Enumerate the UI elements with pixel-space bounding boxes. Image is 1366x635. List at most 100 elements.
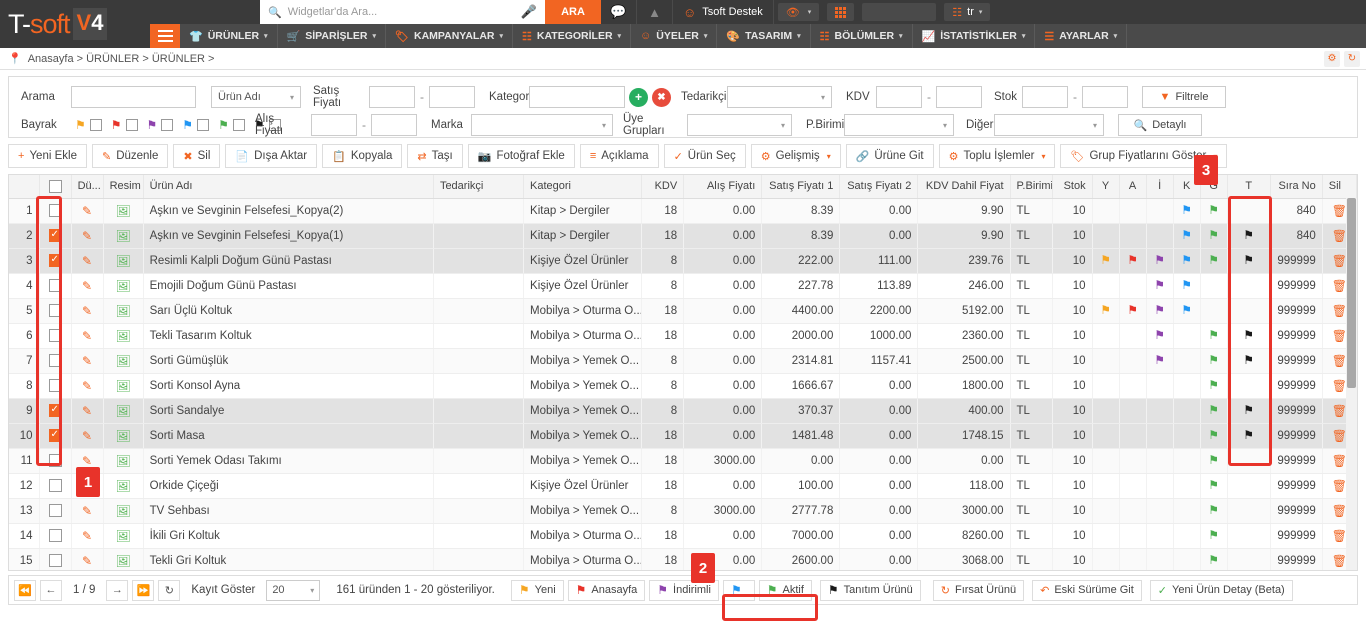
detayli-button[interactable]: 🔍 Detaylı: [1118, 114, 1202, 136]
firsat-urunu-button[interactable]: ↻ Fırsat Ürünü: [932, 579, 1025, 601]
satis-fiyati-max-input[interactable]: [429, 86, 475, 108]
row-flag-k[interactable]: ⚑: [1173, 198, 1201, 224]
chat-icon[interactable]: 💬: [601, 0, 637, 24]
row-flag-g[interactable]: ⚑: [1200, 373, 1228, 399]
row-flag-a[interactable]: [1119, 423, 1147, 449]
row-select-checkbox[interactable]: [39, 398, 72, 424]
row-flag-a[interactable]: [1119, 323, 1147, 349]
row-flag-t[interactable]: [1227, 298, 1271, 324]
row-select-checkbox[interactable]: [39, 423, 72, 449]
microphone-icon[interactable]: 🎤: [521, 4, 537, 20]
row-image-button[interactable]: 🖼: [103, 348, 144, 374]
table-row[interactable]: 8 ✎ 🖼 Sorti Konsol Ayna Mobilya > Yemek O...…: [9, 373, 1357, 399]
warning-icon[interactable]: ▲: [637, 0, 673, 24]
row-image-button[interactable]: 🖼: [103, 548, 144, 570]
uye-gruplari-select[interactable]: ▾: [687, 114, 792, 136]
row-edit-button[interactable]: ✎: [71, 448, 104, 474]
flag-filter-indirimli[interactable]: ⚑ İndirimli: [649, 579, 719, 601]
col-select-all[interactable]: [39, 175, 72, 199]
table-row[interactable]: 4 ✎ 🖼 Emojili Doğum Günü Pastası Kişiye Özel…: [9, 273, 1357, 299]
alis-fiyati-max-input[interactable]: [371, 114, 417, 136]
row-edit-button[interactable]: ✎: [71, 398, 104, 424]
row-flag-t[interactable]: [1227, 373, 1271, 399]
row-flag-y[interactable]: [1092, 423, 1120, 449]
row-flag-i[interactable]: ⚑: [1146, 248, 1174, 274]
row-flag-g[interactable]: ⚑: [1200, 548, 1228, 570]
satis-fiyati-min-input[interactable]: [369, 86, 415, 108]
urun-adi-select[interactable]: Ürün Adı ▾: [211, 86, 301, 108]
row-flag-y[interactable]: [1092, 523, 1120, 549]
row-product-name[interactable]: TV Sehbası: [143, 498, 434, 524]
row-product-name[interactable]: Sorti Sandalye: [143, 398, 434, 424]
row-edit-button[interactable]: ✎: [71, 473, 104, 499]
kdv-max-input[interactable]: [936, 86, 982, 108]
bayrak-flag-purple[interactable]: ⚑: [147, 119, 174, 131]
row-flag-t[interactable]: [1227, 473, 1271, 499]
urun-sec-button[interactable]: ✓ Ürün Seç: [663, 144, 746, 168]
row-flag-t[interactable]: ⚑: [1227, 398, 1271, 424]
row-product-name[interactable]: Emojili Doğum Günü Pastası: [143, 273, 434, 299]
row-select-checkbox[interactable]: [39, 523, 72, 549]
menu-item-kategoriler[interactable]: ☷ KATEGORİLER ▾: [513, 24, 632, 48]
checkbox[interactable]: [89, 119, 102, 131]
row-image-button[interactable]: 🖼: [103, 198, 144, 224]
row-flag-t[interactable]: ⚑: [1227, 248, 1271, 274]
flag-filter-aktif[interactable]: ⚑ Aktif: [758, 579, 812, 601]
row-flag-i[interactable]: [1146, 423, 1174, 449]
row-flag-t[interactable]: ⚑: [1227, 223, 1271, 249]
row-flag-i[interactable]: ⚑: [1146, 323, 1174, 349]
eski-surume-git-button[interactable]: ↶ Eski Sürüme Git: [1032, 579, 1142, 601]
row-image-button[interactable]: 🖼: [103, 223, 144, 249]
row-image-button[interactable]: 🖼: [103, 523, 144, 549]
row-flag-a[interactable]: [1119, 223, 1147, 249]
row-select-checkbox[interactable]: [39, 223, 72, 249]
bayrak-flag-red[interactable]: ⚑: [111, 119, 138, 131]
row-flag-g[interactable]: ⚑: [1200, 423, 1228, 449]
row-select-checkbox[interactable]: [39, 323, 72, 349]
arama-input[interactable]: [71, 86, 196, 108]
menu-item-tasarim[interactable]: 🎨 TASARIM ▾: [717, 24, 811, 48]
row-flag-t[interactable]: [1227, 498, 1271, 524]
row-flag-g[interactable]: [1200, 273, 1228, 299]
row-flag-y[interactable]: [1092, 498, 1120, 524]
checkbox[interactable]: [125, 119, 138, 131]
row-flag-a[interactable]: [1119, 523, 1147, 549]
next-page-icon[interactable]: →: [106, 579, 129, 601]
row-flag-i[interactable]: [1146, 523, 1174, 549]
row-flag-g[interactable]: ⚑: [1200, 473, 1228, 499]
close-circle-icon[interactable]: ✖: [652, 87, 671, 107]
row-flag-i[interactable]: ⚑: [1146, 348, 1174, 374]
row-flag-a[interactable]: [1119, 498, 1147, 524]
bayrak-flag-green[interactable]: ⚑: [218, 119, 245, 131]
row-flag-k[interactable]: [1173, 423, 1201, 449]
row-flag-y[interactable]: [1092, 373, 1120, 399]
row-flag-a[interactable]: [1119, 398, 1147, 424]
row-flag-k[interactable]: [1173, 523, 1201, 549]
table-row[interactable]: 14 ✎ 🖼 İkili Gri Koltuk Mobilya > Oturma O..…: [9, 523, 1357, 549]
table-row[interactable]: 15 ✎ 🖼 Tekli Gri Koltuk Mobilya > Oturma O..…: [9, 548, 1357, 570]
row-product-name[interactable]: Aşkın ve Sevginin Felsefesi_Kopya(2): [143, 198, 434, 224]
row-flag-a[interactable]: [1119, 373, 1147, 399]
row-image-button[interactable]: 🖼: [103, 448, 144, 474]
sil-button[interactable]: ✖ Sil: [173, 144, 221, 168]
row-flag-y[interactable]: [1092, 448, 1120, 474]
row-flag-g[interactable]: ⚑: [1200, 348, 1228, 374]
row-product-name[interactable]: Sorti Konsol Ayna: [143, 373, 434, 399]
row-flag-y[interactable]: ⚑: [1092, 298, 1120, 324]
kategori-input[interactable]: [529, 86, 625, 108]
row-flag-y[interactable]: [1092, 473, 1120, 499]
row-flag-k[interactable]: [1173, 498, 1201, 524]
row-edit-button[interactable]: ✎: [71, 323, 104, 349]
row-flag-t[interactable]: [1227, 448, 1271, 474]
row-flag-t[interactable]: [1227, 198, 1271, 224]
row-flag-g[interactable]: ⚑: [1200, 398, 1228, 424]
table-scrollbar[interactable]: [1346, 198, 1357, 570]
table-row[interactable]: 5 ✎ 🖼 Sarı Üçlü Koltuk Mobilya > Oturma O...…: [9, 298, 1357, 324]
row-product-name[interactable]: Sarı Üçlü Koltuk: [143, 298, 434, 324]
row-flag-g[interactable]: ⚑: [1200, 223, 1228, 249]
row-flag-y[interactable]: [1092, 273, 1120, 299]
bayrak-flag-orange[interactable]: ⚑: [75, 119, 102, 131]
row-edit-button[interactable]: ✎: [71, 498, 104, 524]
apps-grid-button[interactable]: [827, 3, 855, 21]
row-product-name[interactable]: Sorti Yemek Odası Takımı: [143, 448, 434, 474]
